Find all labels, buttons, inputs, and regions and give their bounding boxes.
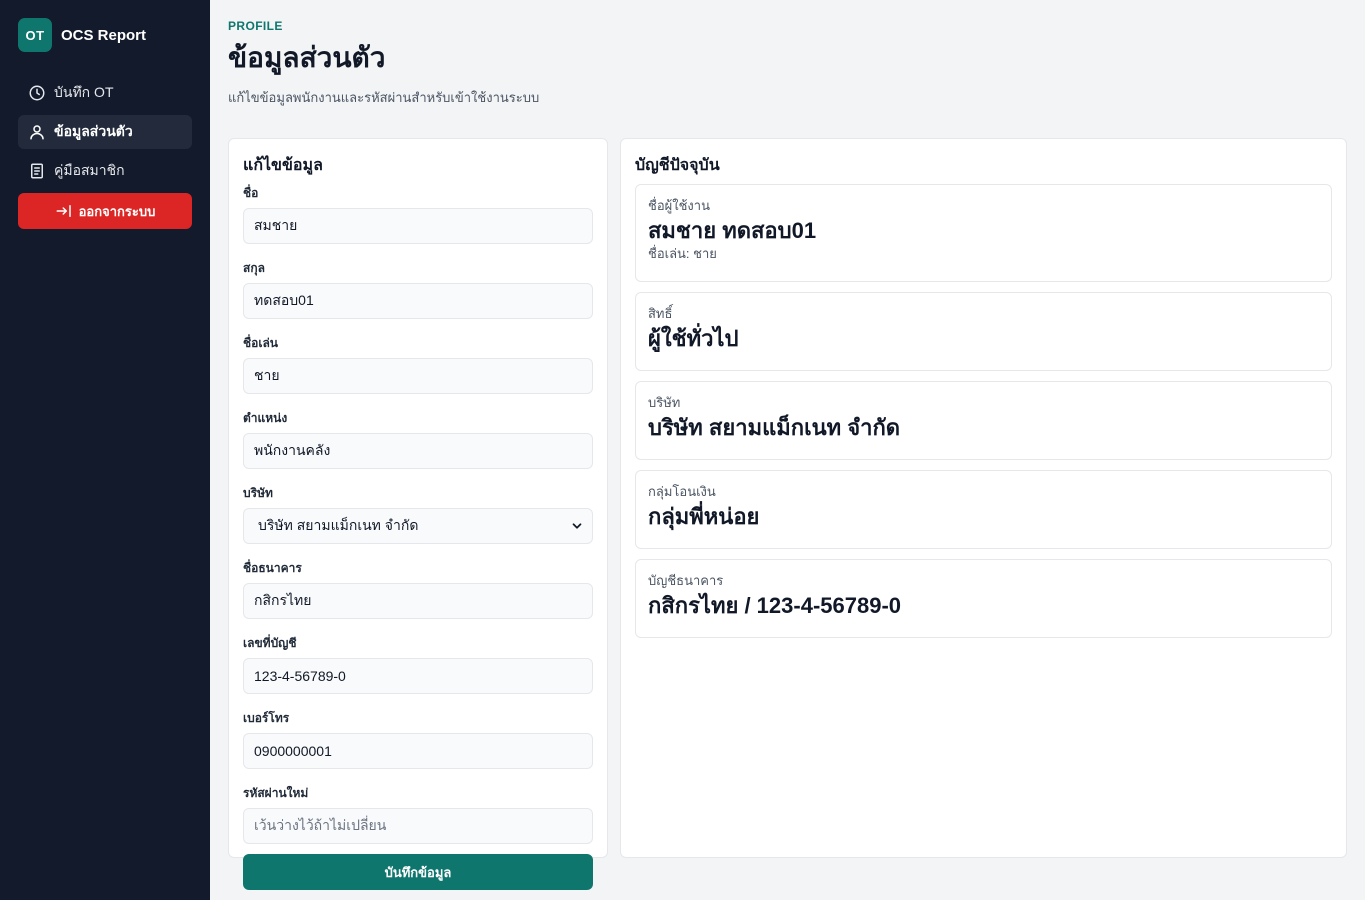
- sidebar-item-label: คู่มือสมาชิก: [54, 162, 125, 178]
- sidebar-item-profile[interactable]: ข้อมูลส่วนตัว: [18, 115, 192, 149]
- first-name-input[interactable]: สมชาย: [243, 208, 593, 244]
- sidebar-item-label: บันทึก OT: [54, 84, 114, 100]
- bank-account-value: กสิกรไทย / 123-4-56789-0: [648, 593, 902, 618]
- page-eyebrow: PROFILE: [228, 19, 283, 33]
- logout-button[interactable]: ออกจากระบบ: [18, 193, 192, 229]
- bank-account-box: บัญชีธนาคาร กสิกรไทย / 123-4-56789-0: [635, 559, 1332, 638]
- page-subtitle: แก้ไขข้อมูลพนักงานและรหัสผ่านสำหรับเข้าใ…: [228, 90, 540, 105]
- company-select[interactable]: บริษัท สยามแม็กเนท จำกัด: [243, 508, 593, 544]
- user-icon: [28, 123, 46, 141]
- company-label: บริษัท: [243, 486, 273, 500]
- new-password-label: รหัสผ่านใหม่: [243, 786, 309, 800]
- username-box: ชื่อผู้ใช้งาน สมชาย ทดสอบ01 ชื่อเล่น: ชา…: [635, 184, 1332, 282]
- sidebar: OT OCS Report บันทึก OT ข้อมูลส่วนตัว คู…: [0, 0, 210, 900]
- company-summary-label: บริษัท: [648, 395, 681, 410]
- chevron-down-icon: [572, 523, 582, 529]
- last-name-input[interactable]: ทดสอบ01: [243, 283, 593, 319]
- account-no-label: เลขที่บัญชี: [243, 636, 297, 650]
- nickname-field: ชื่อเล่น ชาย: [243, 334, 593, 394]
- brand: OT OCS Report: [18, 18, 192, 52]
- new-password-field: รหัสผ่านใหม่ เว้นว่างไว้ถ้าไม่เปลี่ยน: [243, 784, 593, 844]
- account-no-input[interactable]: 123-4-56789-0: [243, 658, 593, 694]
- bank-name-field: ชื่อธนาคาร กสิกรไทย: [243, 559, 593, 619]
- account-no-field: เลขที่บัญชี 123-4-56789-0: [243, 634, 593, 694]
- position-label: ตำแหน่ง: [243, 411, 288, 425]
- nickname-label: ชื่อเล่น: [243, 336, 279, 350]
- role-box: สิทธิ์ ผู้ใช้ทั่วไป: [635, 292, 1332, 371]
- transfer-group-label: กลุ่มโอนเงิน: [648, 484, 716, 499]
- nickname-input[interactable]: ชาย: [243, 358, 593, 394]
- position-input[interactable]: พนักงานคลัง: [243, 433, 593, 469]
- profile-form-card: แก้ไขข้อมูล ชื่อ สมชาย สกุล ทดสอบ01 ชื่อ…: [228, 138, 608, 890]
- brand-logo: OT: [18, 18, 52, 52]
- summary-title: บัญชีปัจจุบัน: [635, 157, 720, 174]
- nickname-sub: ชื่อเล่น: ชาย: [648, 246, 717, 261]
- transfer-group-value: กลุ่มพี่หน่อย: [648, 504, 760, 529]
- bank-name-input[interactable]: กสิกรไทย: [243, 583, 593, 619]
- position-field: ตำแหน่ง พนักงานคลัง: [243, 409, 593, 469]
- form-title: แก้ไขข้อมูล: [243, 157, 323, 174]
- save-button[interactable]: บันทึกข้อมูล: [243, 854, 593, 890]
- last-name-field: สกุล ทดสอบ01: [243, 259, 593, 319]
- main-content: PROFILE ข้อมูลส่วนตัว แก้ไขข้อมูลพนักงาน…: [210, 0, 1365, 900]
- sidebar-item-label: ข้อมูลส่วนตัว: [54, 123, 133, 139]
- company-summary-value: บริษัท สยามแม็กเนท จำกัด: [648, 415, 901, 440]
- logout-icon: [56, 205, 71, 217]
- account-summary-card: บัญชีปัจจุบัน ชื่อผู้ใช้งาน สมชาย ทดสอบ0…: [620, 138, 1347, 858]
- new-password-input[interactable]: เว้นว่างไว้ถ้าไม่เปลี่ยน: [243, 808, 593, 844]
- phone-field: เบอร์โทร 0900000001: [243, 709, 593, 769]
- company-box: บริษัท บริษัท สยามแม็กเนท จำกัด: [635, 381, 1332, 460]
- book-icon: [28, 162, 46, 180]
- last-name-label: สกุล: [243, 261, 265, 275]
- company-field: บริษัท บริษัท สยามแม็กเนท จำกัด: [243, 484, 593, 544]
- username-value: สมชาย ทดสอบ01: [648, 218, 817, 243]
- clock-icon: [28, 84, 46, 102]
- role-label: สิทธิ์: [648, 306, 673, 321]
- sidebar-item-ot-record[interactable]: บันทึก OT: [18, 76, 192, 110]
- sidebar-item-manual[interactable]: คู่มือสมาชิก: [18, 154, 192, 188]
- phone-label: เบอร์โทร: [243, 711, 290, 725]
- role-value: ผู้ใช้ทั่วไป: [648, 326, 739, 351]
- first-name-field: ชื่อ สมชาย: [243, 184, 593, 244]
- bank-name-label: ชื่อธนาคาร: [243, 561, 302, 575]
- username-label: ชื่อผู้ใช้งาน: [648, 198, 710, 213]
- transfer-group-box: กลุ่มโอนเงิน กลุ่มพี่หน่อย: [635, 470, 1332, 549]
- page-title: ข้อมูลส่วนตัว: [228, 42, 386, 73]
- brand-name: OCS Report: [61, 26, 147, 44]
- bank-account-label: บัญชีธนาคาร: [648, 573, 724, 588]
- first-name-label: ชื่อ: [243, 186, 259, 200]
- phone-input[interactable]: 0900000001: [243, 733, 593, 769]
- company-select-value: บริษัท สยามแม็กเนท จำกัด: [258, 517, 419, 533]
- logout-label: ออกจากระบบ: [78, 203, 156, 219]
